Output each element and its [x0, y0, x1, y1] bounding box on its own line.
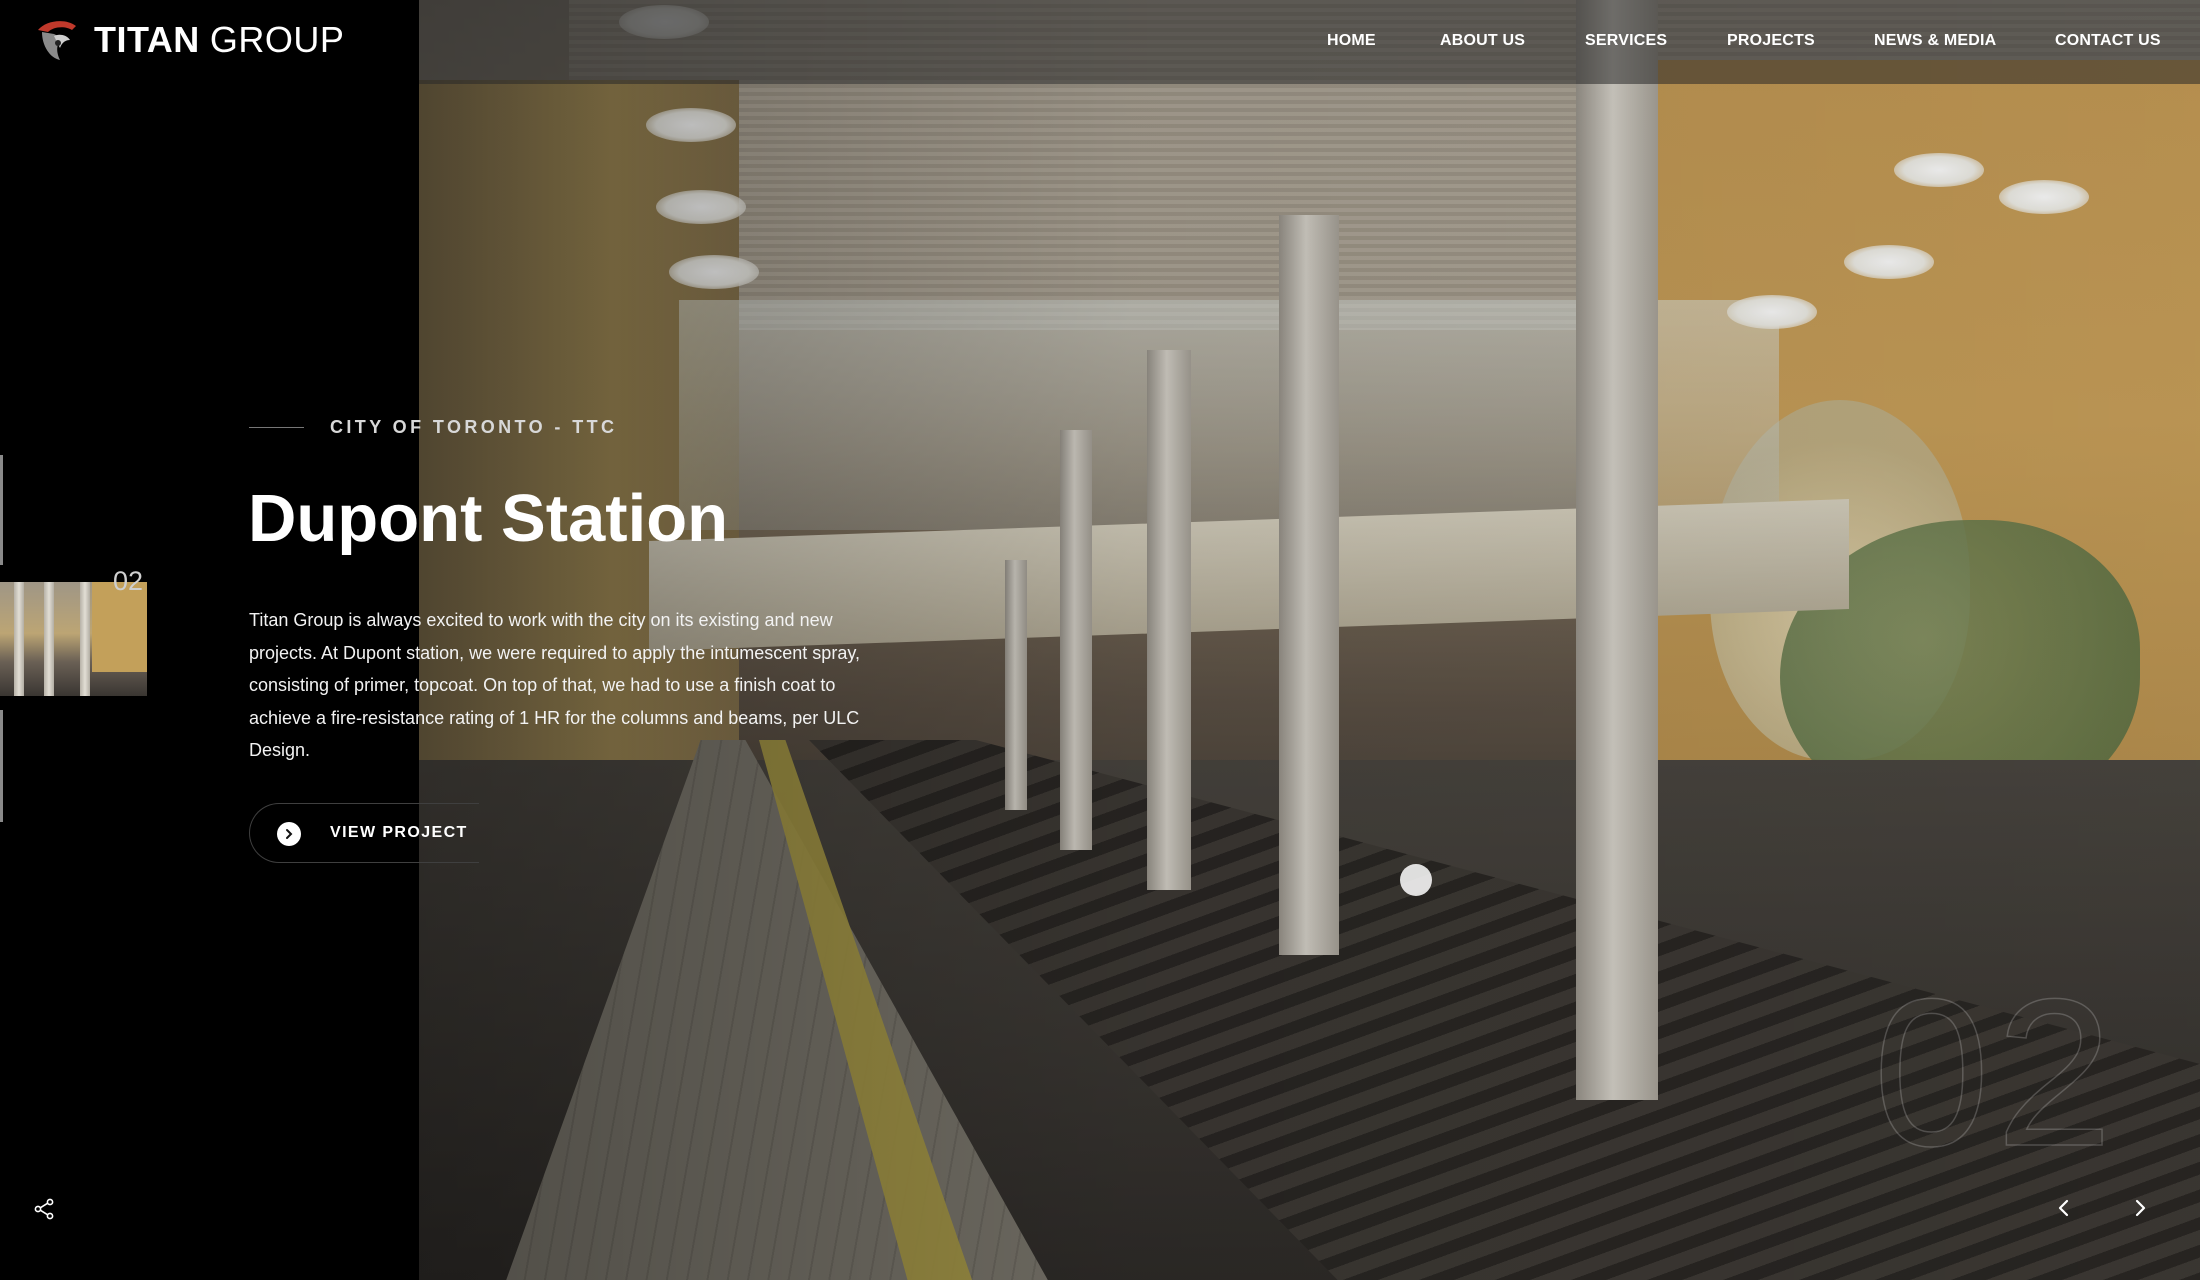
project-description: Titan Group is always excited to work wi… — [249, 610, 860, 760]
thumb-pillar — [80, 582, 90, 696]
slide-thumb-current[interactable] — [0, 582, 147, 696]
eyebrow-divider — [249, 427, 304, 428]
project-client: CITY OF TORONTO - TTC — [330, 417, 618, 437]
chevron-right-icon[interactable] — [2126, 1194, 2154, 1222]
view-project-button[interactable]: VIEW PROJECT — [249, 803, 479, 863]
view-project-label: VIEW PROJECT — [330, 824, 468, 841]
chevron-left-icon[interactable] — [2050, 1194, 2078, 1222]
main-nav: HOME ABOUT US SERVICES PROJECTS NEWS & M… — [0, 0, 2200, 84]
slide-big-number: 02 — [1872, 955, 2119, 1190]
slide-thumb-number: 02 — [113, 566, 144, 596]
share-icon[interactable] — [32, 1197, 56, 1221]
nav-about-us[interactable]: ABOUT US — [1440, 32, 1525, 50]
nav-contact-us[interactable]: CONTACT US — [2055, 32, 2161, 50]
project-title: Dupont Station — [248, 481, 729, 556]
nav-projects[interactable]: PROJECTS — [1727, 32, 1815, 50]
nav-home[interactable]: HOME — [1327, 32, 1376, 50]
thumb-pillar — [44, 582, 54, 696]
chevron-right-circle-icon — [277, 822, 301, 846]
thumb-pillar — [14, 582, 24, 696]
nav-services[interactable]: SERVICES — [1585, 32, 1667, 50]
hotspot-dot[interactable] — [1400, 864, 1432, 896]
slide-thumb-next[interactable] — [0, 710, 3, 822]
slide-thumb-prev[interactable] — [0, 455, 3, 565]
nav-news-media[interactable]: NEWS & MEDIA — [1874, 32, 1996, 50]
